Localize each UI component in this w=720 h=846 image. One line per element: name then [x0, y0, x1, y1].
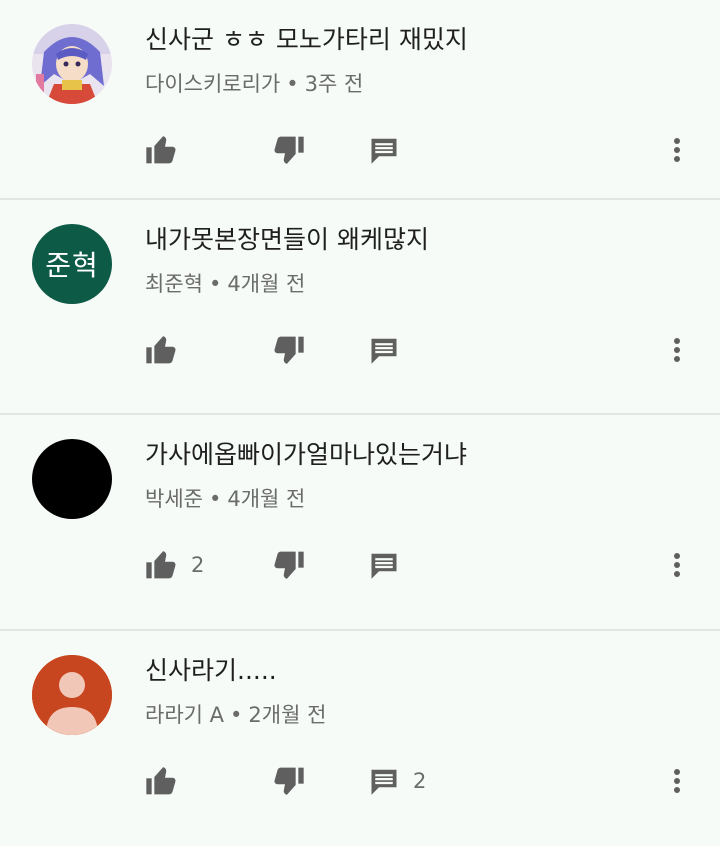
author-avatar[interactable] [32, 24, 112, 104]
comment-time: 2개월 전 [248, 703, 327, 727]
comment-actions [145, 332, 705, 368]
like-button[interactable] [145, 132, 177, 168]
comment-icon [371, 338, 397, 364]
author-name[interactable]: 최준혁 [145, 272, 203, 296]
comment-icon [371, 138, 397, 164]
like-button[interactable] [145, 763, 177, 799]
dislike-button[interactable] [273, 132, 305, 168]
meta-separator: • [286, 72, 299, 96]
reply-button[interactable]: 2 [369, 763, 426, 799]
comment-text: 내가못본장면들이 왜케많지 [145, 225, 429, 254]
thumb-up-icon [146, 551, 176, 579]
author-avatar[interactable] [32, 655, 112, 735]
anime-avatar-image [32, 24, 112, 104]
meta-separator: • [230, 703, 243, 727]
meta-separator: • [208, 272, 222, 296]
comment-meta: 다이스키로리가 • 3주 전 [145, 70, 685, 98]
meta-separator: • [208, 487, 222, 511]
reply-button[interactable] [369, 132, 399, 168]
comment-meta: 라라기 A • 2개월 전 [145, 701, 685, 729]
comment-text: 가사에옵빠이가얼마나있는거냐 [145, 440, 468, 469]
thumb-up-icon [146, 136, 176, 164]
reply-count: 2 [413, 769, 427, 793]
more-vert-icon [674, 338, 680, 362]
comment-actions [145, 132, 705, 168]
comment-icon [371, 769, 397, 795]
default-person-avatar-icon [32, 655, 112, 735]
more-options-button[interactable] [671, 547, 683, 583]
more-vert-icon [674, 553, 680, 577]
thumb-down-icon [274, 336, 304, 364]
author-name[interactable]: 다이스키로리가 [145, 72, 280, 96]
comment-text: 신사군 ㅎㅎ 모노가타리 재밌지 [145, 25, 468, 54]
more-options-button[interactable] [671, 132, 683, 168]
author-name[interactable]: 박세준 [145, 487, 203, 511]
comment-time: 4개월 전 [227, 272, 306, 296]
more-options-button[interactable] [671, 763, 683, 799]
like-count: 2 [191, 553, 205, 577]
comment-item: 준혁 내가못본장면들이 왜케많지 최준혁 • 4개월 전 [0, 200, 720, 415]
comment-item: 신사라기..... 라라기 A • 2개월 전 2 [0, 631, 720, 846]
comment-meta: 최준혁 • 4개월 전 [145, 270, 685, 298]
reply-button[interactable] [369, 547, 399, 583]
thumb-down-icon [274, 551, 304, 579]
comment-time: 3주 전 [304, 72, 364, 96]
comment-item: 신사군 ㅎㅎ 모노가타리 재밌지 다이스키로리가 • 3주 전 [0, 0, 720, 215]
more-vert-icon [674, 769, 680, 793]
thumb-down-icon [274, 767, 304, 795]
dislike-button[interactable] [273, 332, 305, 368]
dislike-button[interactable] [273, 763, 305, 799]
more-options-button[interactable] [671, 332, 683, 368]
like-button[interactable]: 2 [145, 547, 204, 583]
comment-actions: 2 [145, 547, 705, 583]
thumb-down-icon [274, 136, 304, 164]
comment-time: 4개월 전 [227, 487, 306, 511]
comment-item: 가사에옵빠이가얼마나있는거냐 박세준 • 4개월 전 2 [0, 415, 720, 630]
comment-icon [371, 553, 397, 579]
thumb-up-icon [146, 767, 176, 795]
avatar-initials: 준혁 [45, 249, 99, 282]
dislike-button[interactable] [273, 547, 305, 583]
author-avatar[interactable]: 준혁 [32, 224, 112, 304]
comment-text: 신사라기..... [145, 656, 277, 685]
more-vert-icon [674, 138, 680, 162]
comment-meta: 박세준 • 4개월 전 [145, 485, 685, 513]
author-avatar[interactable] [32, 439, 112, 519]
reply-button[interactable] [369, 332, 399, 368]
thumb-up-icon [146, 336, 176, 364]
author-name[interactable]: 라라기 A [145, 703, 224, 727]
like-button[interactable] [145, 332, 177, 368]
comment-actions: 2 [145, 763, 705, 799]
